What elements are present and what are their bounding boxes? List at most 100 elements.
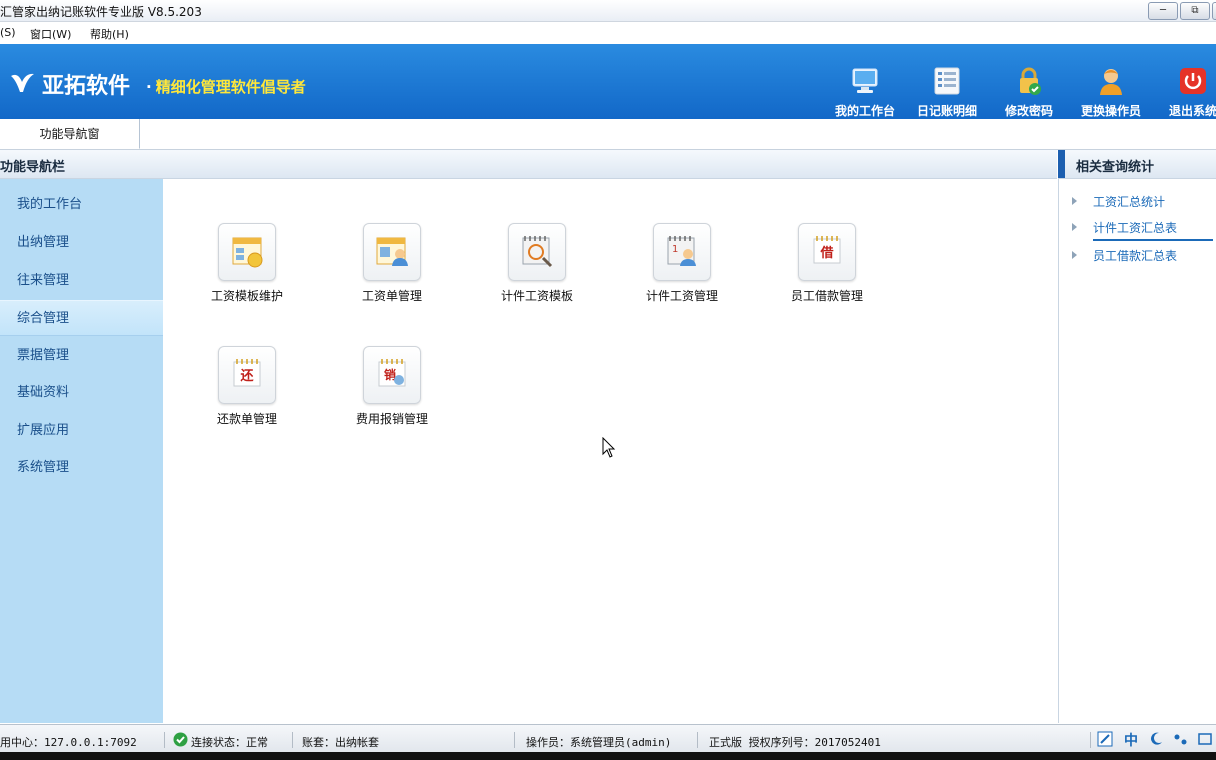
link-text: 工资汇总统计 xyxy=(1093,195,1166,209)
ledger-list-icon xyxy=(934,67,960,95)
link-salary-summary[interactable]: 工资汇总统计 xyxy=(1072,193,1165,210)
status-separator xyxy=(514,732,515,748)
toolbar-label: 退出系统 xyxy=(1168,104,1216,118)
user-icon xyxy=(1100,69,1122,95)
sidebar-item-bills[interactable]: 票据管理 xyxy=(0,338,163,374)
ime-chinese-indicator[interactable]: 中 xyxy=(1124,730,1138,750)
svg-text:1: 1 xyxy=(672,244,678,255)
screen-bottom-edge xyxy=(0,752,1216,760)
sidebar-item-my-workbench[interactable]: 我的工作台 xyxy=(0,187,163,223)
moon-icon[interactable] xyxy=(1149,731,1164,746)
lock-icon xyxy=(1020,67,1041,95)
loan-icon: 借 xyxy=(813,236,841,264)
tab-function-navigation[interactable]: 功能导航窗 xyxy=(0,119,140,149)
module-label: 工资单管理 xyxy=(361,289,422,303)
module-repayment[interactable]: 还 还款单管理 xyxy=(182,346,312,427)
toolbar-label: 日记账明细 xyxy=(916,104,977,118)
restore-button[interactable]: ⧉ xyxy=(1180,2,1210,20)
power-icon xyxy=(1180,68,1206,94)
svg-text:还: 还 xyxy=(239,368,254,384)
toolbar-exit-system[interactable]: 退出系统 xyxy=(1150,66,1216,119)
repayment-icon: 还 xyxy=(233,359,261,387)
module-area: 工资模板维护 工资单管理 计件工资模板 1 计件工资管理 借 员工借款管理 还 … xyxy=(164,179,1057,723)
module-icon-box: 还 xyxy=(218,346,276,404)
link-text: 计件工资汇总表 xyxy=(1093,219,1213,241)
menu-item-system[interactable]: (S) xyxy=(0,26,16,39)
link-employee-loan-summary[interactable]: 员工借款汇总表 xyxy=(1072,247,1177,264)
payslip-icon xyxy=(376,237,408,266)
ime-tool-icon[interactable] xyxy=(1097,731,1113,747)
mouse-cursor-icon xyxy=(602,437,616,458)
status-license: 正式版 授权序列号：2017052401 xyxy=(709,736,881,749)
module-salary-template[interactable]: 工资模板维护 xyxy=(182,223,312,304)
module-employee-loan[interactable]: 借 员工借款管理 xyxy=(762,223,892,304)
right-panel-header-accent xyxy=(1058,150,1065,178)
status-separator xyxy=(1090,732,1091,748)
salary-template-icon xyxy=(232,237,263,268)
toolbar-change-password[interactable]: 修改密码 xyxy=(986,66,1072,119)
settings-icon[interactable] xyxy=(1197,731,1213,747)
piece-wage-icon: 1 xyxy=(667,236,696,266)
menu-bar: (S) 窗口(W) 帮助(H) xyxy=(0,22,1216,43)
brand-text: 亚拓软件 xyxy=(42,74,131,99)
module-label: 员工借款管理 xyxy=(790,289,863,303)
punctuation-icon[interactable] xyxy=(1173,731,1189,747)
slogan-text: 精细化管理软件倡导者 xyxy=(155,78,306,96)
link-piece-wage-summary[interactable]: 计件工资汇总表 xyxy=(1072,219,1213,241)
right-panel-header: 相关查询统计 xyxy=(1058,150,1216,179)
toolbar-label: 修改密码 xyxy=(1004,104,1053,118)
piece-wage-template-icon xyxy=(522,236,553,268)
module-icon-box: 借 xyxy=(798,223,856,281)
svg-text:借: 借 xyxy=(819,245,833,261)
triangle-right-icon xyxy=(1072,197,1077,205)
status-connection: 连接状态：正常 xyxy=(191,736,268,749)
navigation-header: 功能导航栏 xyxy=(0,150,1057,179)
reimburse-icon: 销 xyxy=(378,359,406,387)
check-circle-icon xyxy=(173,732,188,747)
module-label: 工资模板维护 xyxy=(210,289,283,303)
monitor-icon xyxy=(852,68,878,93)
toolbar-label: 我的工作台 xyxy=(834,104,895,118)
status-separator xyxy=(697,732,698,748)
module-icon-box xyxy=(363,223,421,281)
module-payslip[interactable]: 工资单管理 xyxy=(327,223,457,304)
window-title: 汇管家出纳记账软件专业版 V8.5.203 xyxy=(0,5,202,19)
module-icon-box: 销 xyxy=(363,346,421,404)
minimize-button[interactable]: ─ xyxy=(1148,2,1178,20)
tab-strip xyxy=(0,119,1216,150)
toolbar-switch-operator[interactable]: 更换操作员 xyxy=(1068,66,1154,119)
toolbar-my-workbench[interactable]: 我的工作台 xyxy=(822,66,908,119)
module-piece-wage-template[interactable]: 计件工资模板 xyxy=(472,223,602,304)
module-label: 还款单管理 xyxy=(216,412,277,426)
right-panel-title: 相关查询统计 xyxy=(1076,160,1155,175)
toolbar-ledger-detail[interactable]: 日记账明细 xyxy=(904,66,990,119)
menu-item-help[interactable]: 帮助(H) xyxy=(90,26,129,42)
module-label: 计件工资模板 xyxy=(500,289,573,303)
sidebar-item-basic-data[interactable]: 基础资料 xyxy=(0,375,163,411)
module-label: 计件工资管理 xyxy=(645,289,718,303)
status-operator: 操作员：系统管理员(admin) xyxy=(526,736,672,749)
sidebar-item-extensions[interactable]: 扩展应用 xyxy=(0,413,163,449)
close-button[interactable] xyxy=(1212,2,1216,20)
toolbar-label: 更换操作员 xyxy=(1080,104,1141,118)
module-piece-wage[interactable]: 1 计件工资管理 xyxy=(617,223,747,304)
link-text: 员工借款汇总表 xyxy=(1093,249,1178,263)
slogan-dot: · xyxy=(146,78,152,96)
menu-item-window[interactable]: 窗口(W) xyxy=(30,26,71,42)
status-separator xyxy=(164,732,165,748)
triangle-right-icon xyxy=(1072,251,1077,259)
status-service-center: 用中心：127.0.0.1:7092 xyxy=(0,736,137,749)
sidebar: 我的工作台 出纳管理 往来管理 综合管理 票据管理 基础资料 扩展应用 系统管理 xyxy=(0,179,163,723)
module-label: 费用报销管理 xyxy=(355,412,428,426)
logo-icon xyxy=(11,73,34,92)
sidebar-item-general[interactable]: 综合管理 xyxy=(0,300,163,336)
triangle-right-icon xyxy=(1072,223,1077,231)
status-account-set: 账套：出纳帐套 xyxy=(302,736,379,749)
status-separator xyxy=(292,732,293,748)
module-icon-box: 1 xyxy=(653,223,711,281)
sidebar-item-accounts[interactable]: 往来管理 xyxy=(0,263,163,299)
sidebar-item-system[interactable]: 系统管理 xyxy=(0,450,163,486)
brand-name: 亚拓软件 xyxy=(42,68,130,100)
module-expense-reimbursement[interactable]: 销 费用报销管理 xyxy=(327,346,457,427)
sidebar-item-cashier[interactable]: 出纳管理 xyxy=(0,225,163,261)
